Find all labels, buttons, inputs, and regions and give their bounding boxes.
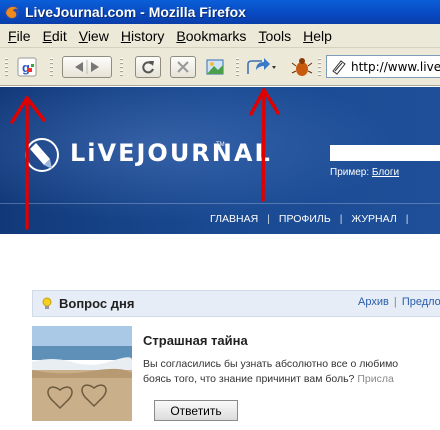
toolbar-grip[interactable] xyxy=(236,58,239,78)
page-spacer xyxy=(0,234,440,290)
question-line-2-text: боясь того, что знание причинит вам боль… xyxy=(143,373,355,385)
send-link-icon[interactable] xyxy=(244,56,278,78)
menu-history[interactable]: History xyxy=(115,25,171,47)
suggest-link[interactable]: Предло xyxy=(402,296,440,308)
example-link[interactable]: Блоги xyxy=(372,167,399,178)
menu-file[interactable]: File xyxy=(2,25,37,47)
menu-bookmarks-rest: ookmarks xyxy=(185,27,247,44)
toolbar-grip[interactable] xyxy=(5,58,8,78)
menu-bar: File Edit View History Bookmarks Tools H… xyxy=(0,24,440,48)
nav-separator: | xyxy=(267,213,270,225)
livejournal-logo-icon[interactable] xyxy=(22,135,64,175)
menu-edit-rest: dit xyxy=(51,27,67,44)
livejournal-header: LiVEJOURNAL TM Пример: Блоги ГЛАВНАЯ | П… xyxy=(0,87,440,234)
menu-tools[interactable]: Tools xyxy=(252,25,297,47)
toolbar-grip[interactable] xyxy=(318,58,321,78)
question-line-1: Вы согласились бы узнать абсолютно все о… xyxy=(143,358,399,370)
submit-question-link[interactable]: Присла xyxy=(357,373,393,385)
menu-file-mnemonic: F xyxy=(8,27,17,44)
menu-help-rest: elp xyxy=(313,27,332,44)
archive-link[interactable]: Архив xyxy=(358,296,389,308)
firebug-icon[interactable] xyxy=(290,56,314,78)
question-line-2: боясь того, что знание причинит вам боль… xyxy=(143,372,440,387)
nav-journal[interactable]: ЖУРНАЛ xyxy=(351,213,396,225)
menu-view[interactable]: View xyxy=(73,25,115,47)
menu-view-rest: iew xyxy=(87,27,109,44)
nav-separator: | xyxy=(339,213,343,225)
back-forward-arrows-icon xyxy=(75,60,99,74)
search-input[interactable] xyxy=(330,145,440,161)
menu-tools-rest: ools xyxy=(265,27,292,44)
search-example: Пример: Блоги xyxy=(330,167,399,178)
toolbar-grip[interactable] xyxy=(120,58,123,78)
header-nav: ГЛАВНАЯ | ПРОФИЛЬ | ЖУРНАЛ | xyxy=(210,213,418,225)
livejournal-logo-text[interactable]: LiVEJOURNAL xyxy=(70,139,272,167)
window-title: LiveJournal.com - Mozilla Firefox xyxy=(25,4,246,20)
answer-button[interactable]: Ответить xyxy=(154,400,238,421)
page-icon xyxy=(332,59,346,75)
menu-history-rest: istory xyxy=(130,27,165,44)
svg-text:g: g xyxy=(22,60,30,75)
navigation-toolbar: g http://www.live xyxy=(0,48,440,86)
address-text: http://www.live xyxy=(351,59,440,74)
stop-icon xyxy=(177,61,189,73)
reload-button[interactable] xyxy=(135,56,161,78)
menu-edit[interactable]: Edit xyxy=(37,25,73,47)
toolbar-grip[interactable] xyxy=(50,58,53,78)
qotd-links: Архив | Предло xyxy=(358,296,440,308)
menu-bookmarks[interactable]: Bookmarks xyxy=(170,25,252,47)
menu-help[interactable]: Help xyxy=(297,25,338,47)
address-bar[interactable]: http://www.live xyxy=(326,55,440,78)
menu-view-mnemonic: V xyxy=(78,27,88,44)
menu-help-mnemonic: H xyxy=(303,27,314,44)
menu-history-mnemonic: H xyxy=(120,27,131,44)
nav-home[interactable]: ГЛАВНАЯ xyxy=(210,213,258,225)
qotd-title: Вопрос дня xyxy=(59,296,135,311)
nav-separator: | xyxy=(405,213,409,225)
question-text: Вы согласились бы узнать абсолютно все о… xyxy=(143,357,440,387)
menu-file-rest: ile xyxy=(16,27,31,44)
reload-icon xyxy=(142,61,154,74)
menu-edit-mnemonic: E xyxy=(42,27,52,44)
trademark-mark: TM xyxy=(216,142,225,148)
stop-button[interactable] xyxy=(170,56,196,78)
beach-hearts-image xyxy=(32,326,132,421)
link-separator: | xyxy=(393,296,397,308)
menu-bookmarks-mnemonic: B xyxy=(176,27,186,44)
google-toolbar-icon[interactable]: g xyxy=(16,56,38,78)
question-title[interactable]: Страшная тайна xyxy=(143,333,248,348)
lightbulb-icon xyxy=(42,297,52,309)
title-bar: LiveJournal.com - Mozilla Firefox xyxy=(0,0,440,24)
question-of-the-day: Вопрос дня Архив | Предло Страшная тайна… xyxy=(32,290,440,430)
nav-profile[interactable]: ПРОФИЛЬ xyxy=(279,213,331,225)
firefox-icon xyxy=(5,5,19,19)
page-content: LiVEJOURNAL TM Пример: Блоги ГЛАВНАЯ | П… xyxy=(0,87,440,430)
example-label: Пример: xyxy=(330,167,370,178)
home-page-icon[interactable] xyxy=(204,56,228,78)
back-forward-buttons[interactable] xyxy=(62,56,112,78)
nav-divider xyxy=(0,203,440,204)
